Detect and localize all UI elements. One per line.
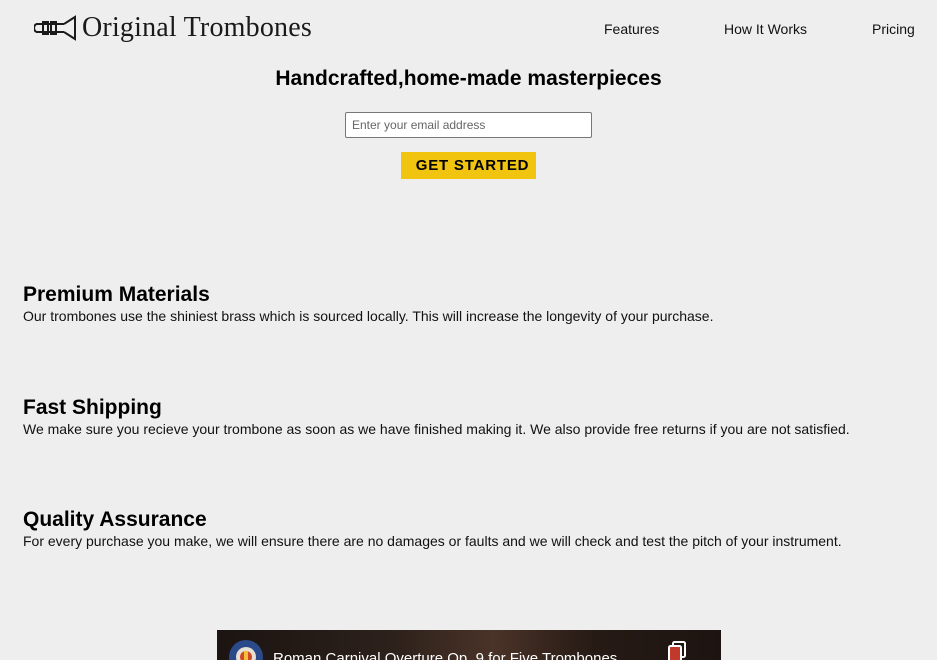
brand-name: Original Trombones bbox=[82, 12, 312, 43]
feature-premium-materials: Premium Materials Our trombones use the … bbox=[23, 283, 923, 325]
video-embed[interactable]: Roman Carnival Overture Op. 9 for Five T… bbox=[217, 630, 721, 660]
hero-title: Handcrafted,home-made masterpieces bbox=[275, 67, 662, 90]
feature-text: Our trombones use the shiniest brass whi… bbox=[23, 308, 714, 324]
channel-crest-icon bbox=[236, 647, 256, 660]
feature-quality-assurance: Quality Assurance For every purchase you… bbox=[23, 508, 923, 550]
email-input[interactable] bbox=[345, 112, 592, 138]
brand-logo[interactable]: Original Trombones bbox=[34, 12, 312, 44]
feature-title: Premium Materials bbox=[23, 283, 210, 306]
trombone-logo-icon bbox=[34, 15, 76, 41]
feature-text: For every purchase you make, we will ens… bbox=[23, 533, 842, 549]
nav-link-how-it-works[interactable]: How It Works bbox=[724, 21, 807, 37]
feature-title: Quality Assurance bbox=[23, 508, 207, 531]
nav-link-pricing[interactable]: Pricing bbox=[872, 21, 915, 37]
channel-avatar-icon[interactable] bbox=[229, 640, 263, 660]
get-started-button[interactable]: GET STARTED bbox=[401, 152, 536, 179]
feature-text: We make sure you recieve your trombone a… bbox=[23, 421, 850, 437]
copy-link-icon[interactable] bbox=[667, 640, 687, 660]
site-header: Original Trombones Features How It Works… bbox=[0, 0, 937, 58]
nav-link-features[interactable]: Features bbox=[604, 21, 659, 37]
page: Original Trombones Features How It Works… bbox=[0, 0, 937, 660]
feature-fast-shipping: Fast Shipping We make sure you recieve y… bbox=[23, 396, 923, 438]
video-title[interactable]: Roman Carnival Overture Op. 9 for Five T… bbox=[273, 650, 617, 660]
feature-title: Fast Shipping bbox=[23, 396, 162, 419]
